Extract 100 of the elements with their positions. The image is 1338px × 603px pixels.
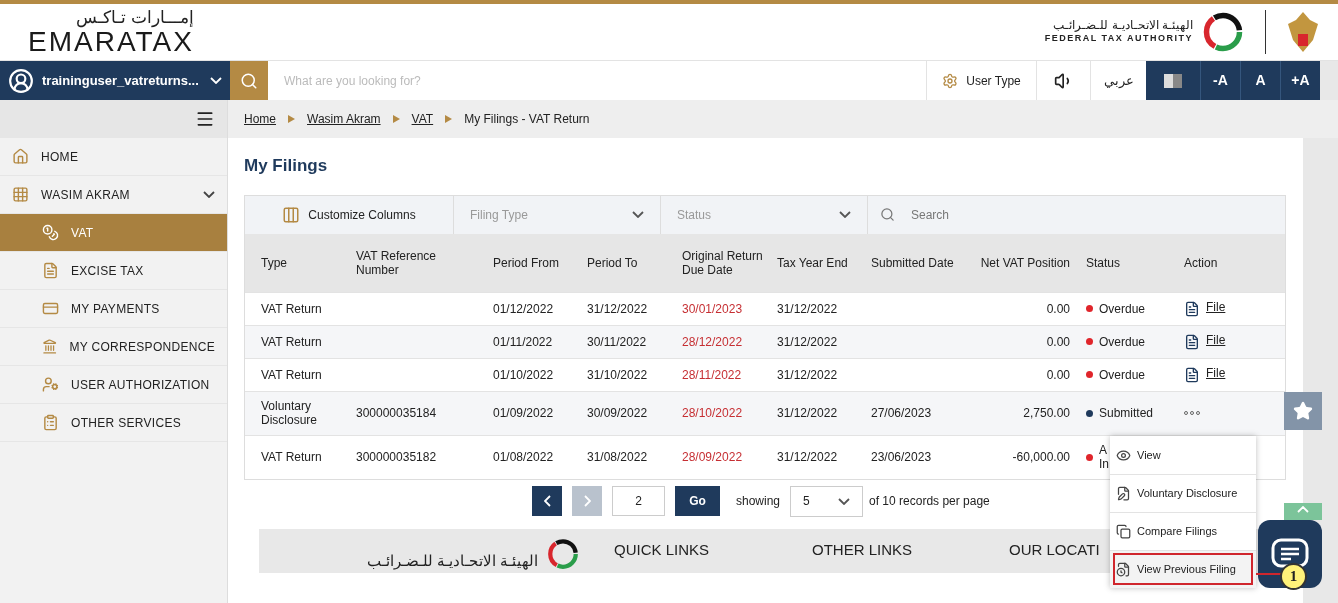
sidebar-item[interactable]: MY PAYMENTS	[0, 290, 227, 328]
table-cell-text: 01/09/2022	[493, 406, 555, 420]
search-icon	[240, 71, 258, 90]
leader-line	[1256, 573, 1282, 575]
coins-icon	[42, 224, 59, 241]
table-cell-text: 01/08/2022	[493, 450, 555, 464]
chevron-down-icon	[839, 211, 851, 218]
table-cell-text: 0.00	[1045, 301, 1071, 316]
document-icon	[1184, 333, 1200, 350]
document-clock-icon	[1116, 562, 1131, 577]
breadcrumb-link[interactable]: Home	[244, 110, 276, 128]
status-text: Overdue	[1099, 334, 1146, 349]
file-link[interactable]: File	[1206, 332, 1226, 347]
sidebar-item[interactable]: VAT	[0, 214, 227, 252]
table-cell-text: Voluntary Disclosure	[261, 399, 318, 427]
table-cell-text: 01/11/2022	[493, 334, 554, 349]
breadcrumb-link[interactable]: VAT	[411, 110, 434, 128]
menu-item[interactable]: View	[1110, 436, 1256, 474]
gear-icon	[942, 72, 959, 89]
footer-heading: QUICK LINKS	[614, 540, 711, 559]
grid-icon	[12, 186, 29, 203]
table-cell-text: 30/09/2022	[587, 406, 649, 420]
table-cell-text: 31/12/2022	[777, 406, 839, 420]
previous-page-button[interactable]	[532, 486, 562, 516]
menu-item[interactable]: Voluntary Disclosure	[1110, 474, 1256, 512]
column-header: Period From	[493, 255, 561, 270]
page-title: My Filings	[244, 155, 329, 177]
breadcrumb-arrow-icon	[392, 115, 400, 123]
file-link[interactable]: File	[1206, 365, 1226, 380]
per-page-dropdown[interactable]: 5	[790, 485, 864, 517]
site-search-field[interactable]: What are you looking for?	[268, 61, 926, 100]
clipboard-icon	[42, 414, 59, 431]
breadcrumb-current: My Filings - VAT Return	[464, 111, 590, 128]
table-cell-text: VAT Return	[261, 301, 323, 316]
sidebar-item[interactable]: MY CORRESPONDENCE	[0, 328, 227, 366]
emblem-icon	[1201, 10, 1245, 54]
chevron-down-icon	[838, 497, 851, 505]
column-header: Period To	[587, 255, 639, 270]
menu-item[interactable]: View Previous Filing	[1110, 550, 1256, 588]
table-cell-text: 28/11/2022	[682, 367, 743, 382]
chevron-right-icon	[583, 495, 591, 507]
page-number-field[interactable]: 2	[612, 486, 665, 516]
table-cell-text: 30/11/2022	[587, 334, 648, 349]
table-cell-text: 28/10/2022	[682, 406, 744, 420]
column-header: Status	[1086, 255, 1122, 270]
table-cell-text: VAT Return	[261, 334, 323, 349]
table-cell-text: 31/08/2022	[587, 450, 649, 464]
chevron-left-icon	[543, 495, 551, 507]
favorite-button[interactable]	[1284, 392, 1322, 430]
column-header: VAT Reference Number	[356, 248, 438, 277]
table-cell-text: VAT Return	[261, 367, 323, 382]
table-cell-text: 01/10/2022	[493, 367, 555, 382]
sidebar-item[interactable]: HOME	[0, 138, 227, 176]
contrast-button[interactable]	[1146, 61, 1200, 100]
column-header: Original Return Due Date	[682, 248, 764, 277]
search-icon	[880, 206, 895, 222]
emblem-icon	[546, 536, 580, 571]
menu-button[interactable]	[195, 109, 215, 129]
table-cell-text: 0.00	[1045, 334, 1071, 349]
table-cell-text: 300000035184	[356, 406, 438, 420]
chevron-up-icon	[1297, 506, 1309, 513]
breadcrumb-arrow-icon	[445, 115, 453, 123]
table-cell-text: 300000035182	[356, 450, 438, 464]
table-cell-text: 31/12/2022	[587, 301, 649, 316]
column-header: Action	[1184, 255, 1219, 270]
footer-arabic-text: الهيئـة الاتحـاديـة للـضـرائـب	[366, 551, 538, 570]
star-icon	[1293, 401, 1313, 421]
eagle-emblem-icon	[1286, 10, 1320, 54]
table-search-field[interactable]: Search	[868, 195, 1285, 234]
chevron-down-icon	[210, 77, 222, 84]
table-cell-text: 31/12/2022	[777, 301, 839, 316]
bank-icon	[42, 338, 58, 355]
table-cell-text: 31/12/2022	[777, 367, 839, 382]
customize-columns-button[interactable]: Customize Columns	[245, 195, 454, 234]
sidebar-item[interactable]: USER AUTHORIZATION	[0, 366, 227, 404]
sidebar-item[interactable]: OTHER SERVICES	[0, 404, 227, 442]
table-cell-text: 01/12/2022	[493, 301, 555, 316]
breadcrumb-link[interactable]: Wasim Akram	[307, 110, 381, 128]
user-dropdown[interactable]: traininguser_vatreturns...	[0, 61, 230, 100]
font-size-button[interactable]: A	[1240, 61, 1280, 100]
footer-heading: OTHER LINKS	[812, 540, 914, 559]
authority-name: FEDERAL TAX AUTHORITY	[1044, 32, 1193, 46]
font-size-button[interactable]: +A	[1280, 61, 1320, 100]
go-button[interactable]: Go	[675, 486, 720, 516]
font-size-button[interactable]: -A	[1200, 61, 1240, 100]
search-button[interactable]	[230, 61, 268, 100]
logo-text: EMARATAX	[28, 28, 194, 56]
logo-arabic-text: إمـــارات تـاكـس	[76, 8, 194, 28]
status-text: Submitted	[1099, 406, 1154, 420]
status-text: Overdue	[1099, 367, 1146, 382]
table-cell-text: 23/06/2023	[871, 450, 933, 464]
user-icon	[42, 376, 59, 393]
table-cell-text: 27/06/2023	[871, 406, 933, 420]
file-link[interactable]: File	[1206, 299, 1226, 314]
chat-button[interactable]	[1258, 520, 1322, 588]
sidebar-item[interactable]: EXCISE TAX	[0, 252, 227, 290]
records-label: of 10 records per page	[869, 493, 990, 510]
table-cell-text: 31/10/2022	[587, 367, 649, 382]
table-cell-text: 30/01/2023	[682, 301, 744, 316]
chat-icon	[1271, 538, 1309, 570]
